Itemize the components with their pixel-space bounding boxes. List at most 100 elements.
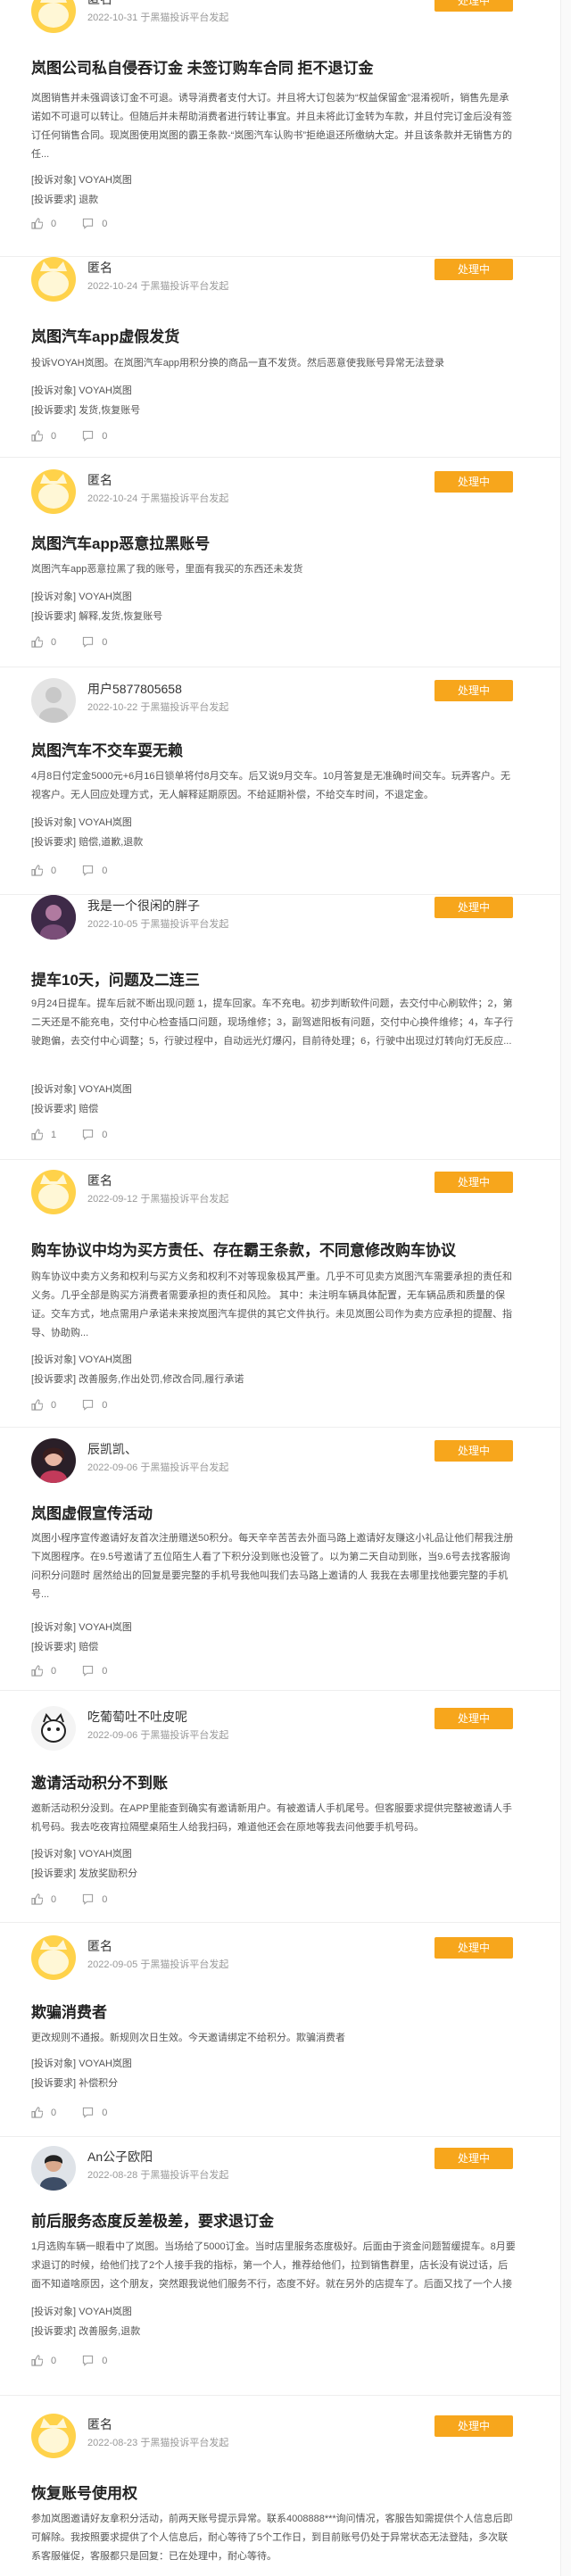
comment-button[interactable]: 0 — [82, 1893, 107, 1905]
comment-button[interactable]: 0 — [82, 1665, 107, 1677]
complaint-title[interactable]: 提车10天，问题及二连三 — [31, 967, 200, 990]
post-date: 2022-08-28 于黑猫投诉平台发起 — [87, 2170, 229, 2181]
complaint-title[interactable]: 前后服务态度反差极差，要求退订金 — [31, 2208, 274, 2231]
comment-icon — [83, 430, 94, 442]
target-label: [投诉对象] — [31, 1084, 77, 1095]
card-header: 吃葡萄吐不吐皮呢 2022-09-06 于黑猫投诉平台发起 处理中 — [31, 1706, 513, 1751]
like-count: 0 — [51, 2355, 57, 2366]
complaint-target: [投诉对象] VOYAH岚图 — [31, 2055, 132, 2073]
complaint-card[interactable]: 匿名 2022-10-24 于黑猫投诉平台发起 处理中 岚图汽车app恶意拉黑账… — [0, 458, 560, 667]
comment-icon — [83, 865, 94, 876]
comment-button[interactable]: 0 — [82, 2107, 107, 2118]
thumbs-up-icon — [31, 636, 43, 648]
comment-button[interactable]: 0 — [82, 430, 107, 442]
comment-button[interactable]: 0 — [82, 218, 107, 229]
request-label: [投诉要求] — [31, 195, 77, 205]
complaint-card[interactable]: 吃葡萄吐不吐皮呢 2022-09-06 于黑猫投诉平台发起 处理中 邀请活动积分… — [0, 1691, 560, 1923]
card-header: 辰凯凯、 2022-09-06 于黑猫投诉平台发起 处理中 — [31, 1438, 513, 1483]
like-button[interactable]: 0 — [31, 1665, 56, 1677]
like-button[interactable]: 0 — [31, 218, 56, 229]
target-label: [投诉对象] — [31, 1622, 77, 1633]
comment-count: 0 — [102, 430, 108, 442]
target-value: VOYAH岚图 — [79, 2307, 132, 2317]
comment-button[interactable]: 0 — [82, 1129, 107, 1140]
comment-button[interactable]: 0 — [82, 2355, 107, 2366]
like-button[interactable]: 0 — [31, 1893, 56, 1905]
card-actions: 0 0 — [31, 2355, 130, 2369]
card-actions: 0 0 — [31, 865, 130, 879]
like-count: 0 — [51, 1665, 57, 1677]
avatar — [31, 1706, 76, 1751]
request-value: 发货,恢复账号 — [79, 405, 141, 416]
status-badge: 处理中 — [434, 2415, 513, 2437]
post-date: 2022-10-22 于黑猫投诉平台发起 — [87, 702, 229, 713]
complaint-request: [投诉要求] 退款 — [31, 191, 98, 209]
request-value: 赔偿,道歉,退款 — [79, 837, 144, 848]
status-badge: 处理中 — [434, 680, 513, 701]
target-value: VOYAH岚图 — [79, 175, 132, 186]
complaint-title[interactable]: 欺骗消费者 — [31, 2000, 107, 2022]
status-badge: 处理中 — [434, 1937, 513, 1959]
complaint-title[interactable]: 岚图汽车app恶意拉黑账号 — [31, 531, 210, 553]
user-name: 我是一个很闲的胖子 — [87, 899, 200, 913]
complaint-card[interactable]: 匿名 2022-09-12 于黑猫投诉平台发起 处理中 购车协议中均为买方责任、… — [0, 1160, 560, 1428]
post-date: 2022-10-05 于黑猫投诉平台发起 — [87, 919, 229, 930]
post-date: 2022-09-12 于黑猫投诉平台发起 — [87, 1194, 229, 1205]
target-value: VOYAH岚图 — [79, 1354, 132, 1365]
avatar — [31, 895, 76, 940]
complaint-card[interactable]: 匿名 2022-09-05 于黑猫投诉平台发起 处理中 欺骗消费者 更改规则不通… — [0, 1923, 560, 2137]
target-value: VOYAH岚图 — [79, 2058, 132, 2069]
post-date: 2022-08-23 于黑猫投诉平台发起 — [87, 2438, 229, 2448]
card-actions: 0 0 — [31, 2107, 130, 2121]
complaint-request: [投诉要求] 补偿积分 — [31, 2075, 118, 2092]
complaint-summary: 岚图销售并未强调该订金不可退。诱导消费者支付大订。并且将大订包装为“权益保留金”… — [31, 93, 512, 160]
complaint-card[interactable]: An公子欧阳 2022-08-28 于黑猫投诉平台发起 处理中 前后服务态度反差… — [0, 2137, 560, 2396]
status-badge: 处理中 — [434, 1172, 513, 1193]
complaint-title[interactable]: 恢复账号使用权 — [31, 2481, 137, 2503]
complaint-title[interactable]: 岚图汽车app虚假发货 — [31, 324, 179, 346]
card-header: 匿名 2022-09-05 于黑猫投诉平台发起 处理中 — [31, 1935, 513, 1980]
complaint-card[interactable]: 用户5877805658 2022-10-22 于黑猫投诉平台发起 处理中 岚图… — [0, 667, 560, 895]
like-button[interactable]: 0 — [31, 430, 56, 442]
request-value: 赔偿 — [79, 1642, 99, 1652]
complaint-target: [投诉对象] VOYAH岚图 — [31, 1081, 132, 1098]
complaint-summary: 购车协议中卖方义务和权利与买方义务和权利不对等现象极其严重。几乎不可见卖方岚图汽… — [31, 1271, 512, 1338]
like-button[interactable]: 0 — [31, 636, 56, 648]
complaint-card[interactable]: 匿名 2022-08-23 于黑猫投诉平台发起 处理中 恢复账号使用权 参加岚图… — [0, 2396, 560, 2576]
complaint-target: [投诉对象] VOYAH岚图 — [31, 1351, 132, 1369]
complaint-title[interactable]: 邀请活动积分不到账 — [31, 1770, 168, 1793]
comment-button[interactable]: 0 — [82, 1399, 107, 1411]
complaint-target: [投诉对象] VOYAH岚图 — [31, 814, 132, 832]
complaint-request: [投诉要求] 改善服务,作出处罚,修改合同,履行承诺 — [31, 1371, 244, 1388]
request-label: [投诉要求] — [31, 2326, 77, 2337]
complaint-title[interactable]: 岚图汽车不交车耍无赖 — [31, 738, 183, 760]
post-date: 2022-10-24 于黑猫投诉平台发起 — [87, 493, 229, 504]
complaint-target: [投诉对象] VOYAH岚图 — [31, 171, 132, 189]
user-name: 匿名 — [87, 2417, 112, 2431]
like-button[interactable]: 0 — [31, 865, 56, 876]
post-date: 2022-10-24 于黑猫投诉平台发起 — [87, 281, 229, 292]
like-button[interactable]: 0 — [31, 2107, 56, 2118]
complaint-title[interactable]: 岚图公司私自侵吞订金 未签订购车合同 拒不退订金 — [31, 55, 373, 78]
target-value: VOYAH岚图 — [79, 1849, 132, 1860]
complaint-card[interactable]: 我是一个很闲的胖子 2022-10-05 于黑猫投诉平台发起 处理中 提车10天… — [0, 895, 560, 1160]
complaint-card[interactable]: 匿名 2022-10-24 于黑猫投诉平台发起 处理中 岚图汽车app虚假发货 … — [0, 257, 560, 458]
post-date: 2022-10-31 于黑猫投诉平台发起 — [87, 12, 229, 23]
target-label: [投诉对象] — [31, 2307, 77, 2317]
like-button[interactable]: 1 — [31, 1129, 56, 1140]
like-button[interactable]: 0 — [31, 2355, 56, 2366]
card-actions: 0 0 — [31, 430, 130, 444]
complaint-title[interactable]: 购车协议中均为买方责任、存在霸王条款，不同意修改购车协议 — [31, 1238, 456, 1260]
card-header: 匿名 2022-10-31 于黑猫投诉平台发起 处理中 — [31, 0, 513, 33]
like-button[interactable]: 0 — [31, 1399, 56, 1411]
card-actions: 0 0 — [31, 1893, 130, 1908]
complaint-summary: 投诉VOYAH岚图。在岚图汽车app用积分换的商品一直不发货。然后恶意使我账号异… — [31, 358, 445, 369]
complaint-card[interactable]: 匿名 2022-10-31 于黑猫投诉平台发起 处理中 岚图公司私自侵吞订金 未… — [0, 0, 560, 257]
complaint-request: [投诉要求] 改善服务,退款 — [31, 2323, 140, 2340]
comment-button[interactable]: 0 — [82, 865, 107, 876]
complaint-card[interactable]: 辰凯凯、 2022-09-06 于黑猫投诉平台发起 处理中 岚图虚假宣传活动 岚… — [0, 1428, 560, 1691]
comment-count: 0 — [102, 1129, 108, 1140]
complaint-title[interactable]: 岚图虚假宣传活动 — [31, 1501, 153, 1523]
like-count: 0 — [51, 1399, 57, 1411]
comment-button[interactable]: 0 — [82, 636, 107, 648]
